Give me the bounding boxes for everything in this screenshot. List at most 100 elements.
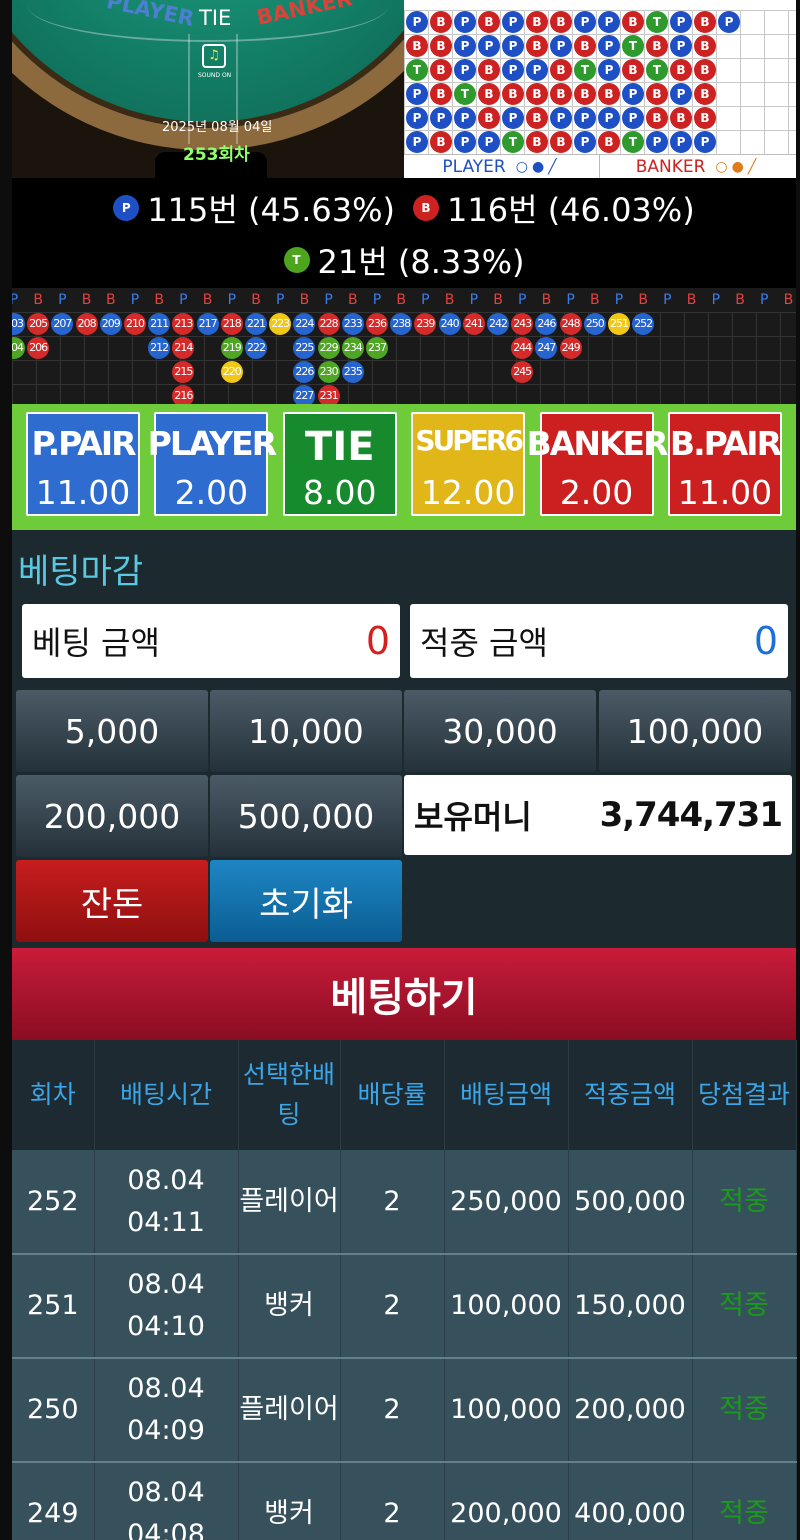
stats-line-2: T 21번 (8.33%) [12,234,796,286]
bead-p: P [694,131,716,153]
history-bead: 233 [341,313,364,335]
bead-t: T [622,131,644,153]
history-bead: 218 [220,313,243,335]
cell-selected-bet: 뱅커 [238,1462,341,1540]
bead-p: P [574,131,596,153]
history-bead: 237 [366,337,388,359]
option-label: B.PAIR [669,424,782,463]
banker-count: 116번 (46.03%) [447,191,695,229]
chip-button-100000[interactable]: 100,000 [599,690,791,772]
chip-button-200000[interactable]: 200,000 [16,775,208,857]
bead-p: P [502,59,524,81]
history-head: B [81,292,92,308]
history-head: B [493,292,503,308]
bead-p: P [574,11,596,33]
history-head: B [396,292,406,308]
history-head: P [614,292,624,308]
betting-status: 베팅마감 [18,552,144,592]
sound-icon[interactable]: ♫ [202,44,226,68]
history-head: P [711,292,721,308]
history-head: P [421,292,430,308]
bead-p: P [430,107,452,129]
cell-hit-amount: 400,000 [568,1462,693,1540]
bead-b: B [574,83,596,105]
legend-player: PLAYER ○●╱ [404,155,600,178]
history-head: B [783,292,794,308]
history-bead: 242 [487,313,509,335]
bead-p: P [502,107,524,129]
history-bead: 220 [220,361,243,383]
chip-button-5000[interactable]: 5,000 [16,690,208,772]
table-tie-label: TIE [199,6,232,30]
history-bead: 217 [196,313,219,335]
chip-button-10000[interactable]: 10,000 [210,690,402,772]
cell-odds: 2 [340,1462,445,1540]
bead-p: P [502,11,524,33]
bead-row: PPPBPBPPPPBBB [406,107,718,131]
history-bead: 229 [317,337,340,359]
history-bead: 216 [172,385,195,406]
bead-b: B [550,131,572,153]
balance-box: 보유머니 3,744,731 [404,775,792,855]
bead-row: PBPPTBBPBTPPP [406,131,718,155]
option-banker[interactable]: BANKER 2.00 [527,412,668,516]
bead-b: B [430,35,452,57]
bead-p: P [670,131,692,153]
option-super6[interactable]: SUPER6 12.00 [411,412,526,516]
bead-b: B [598,83,620,105]
option-odds: 12.00 [420,473,516,512]
option-label: TIE [305,424,375,470]
chip-button-500000[interactable]: 500,000 [210,775,402,857]
history-head: P [469,292,479,308]
bet-panel: 베팅마감 베팅 금액 0 적중 금액 0 5,000 10,000 30,000… [12,530,796,948]
history-head: B [105,292,116,308]
bead-p: P [718,11,740,33]
bead-b: B [430,131,452,153]
change-button[interactable]: 잔돈 [16,860,208,942]
chip-button-30000[interactable]: 30,000 [404,690,596,772]
cell-bet-time: 08.04 04:11 [94,1150,239,1255]
option-label: BANKER [526,424,669,463]
history-head: B [202,292,213,308]
history-bead: 228 [317,313,340,335]
bead-b: B [670,59,692,81]
history-bead: 250 [583,313,606,335]
result-stats: P 115번 (45.63%) B 116번 (46.03%) T 21번 (8… [12,178,796,288]
col-hit-amount: 적중금액 [568,1040,693,1150]
cell-odds: 2 [340,1358,445,1463]
col-bet-time: 배팅시간 [94,1040,239,1150]
history-bead: 251 [608,313,630,335]
cell-result: 적중 [692,1254,797,1359]
bead-p: P [550,35,572,57]
bead-b: B [502,83,524,105]
bead-b: B [550,11,572,33]
cell-round: 250 [12,1358,95,1463]
col-odds: 배당률 [340,1040,445,1150]
bead-b: B [694,59,716,81]
cell-bet-time: 08.04 04:10 [94,1254,239,1359]
bead-p: P [478,131,500,153]
bead-b: B [478,11,500,33]
reset-button[interactable]: 초기화 [210,860,402,942]
bead-p: P [454,107,476,129]
option-player-pair[interactable]: P.PAIR 11.00 [26,412,140,516]
bead-b: B [526,11,548,33]
table-row: 249 08.04 04:08 뱅커 2 200,000 400,000 적중 [12,1462,797,1540]
option-banker-pair[interactable]: B.PAIR 11.00 [667,412,782,516]
bead-b: B [526,107,548,129]
place-bet-button[interactable]: 베팅하기 [12,948,796,1040]
player-count: 115번 (45.63%) [147,191,395,229]
option-player[interactable]: PLAYER 2.00 [148,412,277,516]
bead-row: BBPPPBPBPTBPB [406,35,718,59]
bead-p: P [406,107,428,129]
history-head: P [179,292,188,308]
option-odds: 2.00 [559,473,634,512]
bead-p: P [478,35,500,57]
legend-player-marks: ○●╱ [515,158,561,175]
option-tie[interactable]: TIE 8.00 [282,412,397,516]
history-bead: 210 [124,313,146,335]
bead-b: B [478,59,500,81]
top-section: PLAYER TIE BANKER ♫ SOUND ON 2025년 08월 0… [12,0,796,178]
bet-history-table: 회차 배팅시간 선택한배팅 배당률 배팅금액 적중금액 당첨결과 252 08.0… [12,1040,797,1540]
bead-p: P [598,107,620,129]
